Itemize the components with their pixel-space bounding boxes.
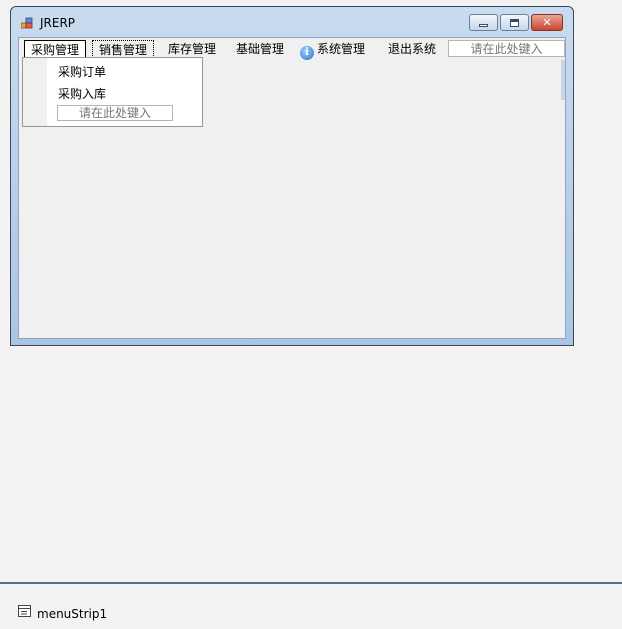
dropdown-item-purchase-order[interactable]: 采购订单 (58, 63, 106, 80)
close-icon: ✕ (542, 16, 552, 29)
menu-item-system[interactable]: i 系统管理 (294, 40, 371, 60)
dropdown-image-margin (23, 58, 47, 126)
menu-strip-icon (18, 605, 31, 617)
menu-strip-component-label[interactable]: menuStrip1 (37, 607, 107, 621)
maximize-icon (510, 18, 519, 27)
menu-item-basic[interactable]: 基础管理 (230, 40, 290, 58)
dropdown-item-purchase-receipt[interactable]: 采购入库 (58, 85, 106, 102)
menu-item-inventory[interactable]: 库存管理 (162, 40, 222, 58)
app-icon (21, 17, 33, 29)
title-bar[interactable]: JRERP ✕ (11, 7, 573, 37)
info-icon: i (300, 46, 314, 60)
menu-item-system-label: 系统管理 (317, 42, 366, 56)
edge-scroll-rail (561, 60, 565, 100)
maximize-button[interactable] (500, 14, 529, 31)
window-title: JRERP (40, 16, 76, 30)
menu-item-purchase[interactable]: 采购管理 (24, 40, 87, 58)
component-tray: menuStrip1 (0, 584, 622, 629)
menu-item-exit[interactable]: 退出系统 (382, 40, 442, 58)
close-button[interactable]: ✕ (531, 14, 563, 31)
minimize-icon (479, 24, 488, 27)
menu-item-sales[interactable]: 销售管理 (92, 40, 155, 58)
menu-type-here-input[interactable] (448, 40, 565, 57)
purchase-dropdown-menu: 采购订单 采购入库 (22, 57, 203, 127)
dropdown-type-here-input[interactable] (57, 105, 173, 121)
minimize-button[interactable] (469, 14, 498, 31)
